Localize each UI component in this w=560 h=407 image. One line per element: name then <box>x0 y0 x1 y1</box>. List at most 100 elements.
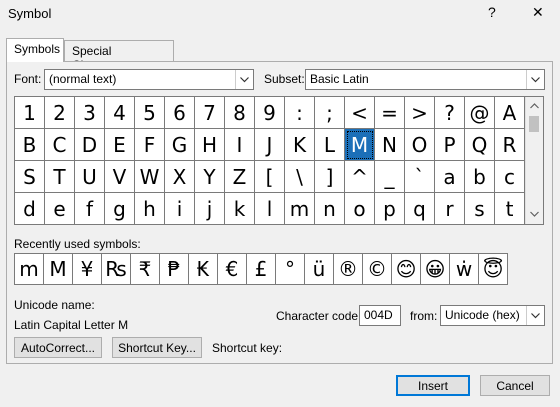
symbol-cell[interactable]: : <box>285 97 315 129</box>
symbol-cell[interactable]: 2 <box>45 97 75 129</box>
recent-symbol-cell[interactable]: ° <box>275 253 305 285</box>
subset-combobox[interactable]: Basic Latin <box>305 69 545 90</box>
tab-special-characters[interactable]: Special Characters <box>64 40 174 72</box>
recent-symbol-cell[interactable]: € <box>217 253 247 285</box>
symbol-cell[interactable]: 4 <box>105 97 135 129</box>
symbol-cell[interactable]: R <box>495 129 525 161</box>
symbol-cell[interactable]: U <box>75 161 105 193</box>
symbol-cell[interactable]: r <box>435 193 465 225</box>
symbol-cell[interactable]: 3 <box>75 97 105 129</box>
symbol-cell[interactable]: m <box>285 193 315 225</box>
recent-symbol-cell[interactable]: 😇 <box>478 253 508 285</box>
recent-symbol-cell[interactable]: © <box>362 253 392 285</box>
chevron-down-icon[interactable] <box>526 70 544 89</box>
symbol-cell[interactable]: P <box>435 129 465 161</box>
symbol-cell[interactable]: = <box>375 97 405 129</box>
symbol-cell[interactable]: D <box>75 129 105 161</box>
symbol-cell[interactable]: s <box>465 193 495 225</box>
chevron-down-icon[interactable] <box>235 70 253 89</box>
symbol-cell[interactable]: q <box>405 193 435 225</box>
from-combobox[interactable]: Unicode (hex) <box>440 305 545 326</box>
symbol-cell[interactable]: l <box>255 193 285 225</box>
symbol-cell[interactable]: V <box>105 161 135 193</box>
symbol-cell[interactable]: n <box>315 193 345 225</box>
symbol-cell[interactable]: Z <box>225 161 255 193</box>
recent-symbol-cell[interactable]: ¥ <box>72 253 102 285</box>
tab-symbols[interactable]: Symbols <box>6 38 64 62</box>
symbol-cell[interactable]: a <box>435 161 465 193</box>
help-button[interactable]: ? <box>488 4 496 20</box>
recent-symbol-cell[interactable]: ẇ <box>449 253 479 285</box>
symbol-cell[interactable]: ; <box>315 97 345 129</box>
symbol-cell[interactable]: o <box>345 193 375 225</box>
symbol-cell[interactable]: d <box>15 193 45 225</box>
recent-symbol-cell[interactable]: ₱ <box>159 253 189 285</box>
symbol-cell[interactable]: t <box>495 193 525 225</box>
symbol-cell[interactable]: K <box>285 129 315 161</box>
symbol-cell[interactable]: B <box>15 129 45 161</box>
symbol-cell[interactable]: F <box>135 129 165 161</box>
symbol-cell[interactable]: X <box>165 161 195 193</box>
symbol-cell[interactable]: Q <box>465 129 495 161</box>
symbol-cell[interactable]: @ <box>465 97 495 129</box>
recent-symbol-cell[interactable]: m <box>14 253 44 285</box>
symbol-cell[interactable]: C <box>45 129 75 161</box>
symbol-cell[interactable]: 9 <box>255 97 285 129</box>
cancel-button[interactable]: Cancel <box>480 375 550 396</box>
recent-symbol-cell[interactable]: M <box>43 253 73 285</box>
symbol-cell[interactable]: ` <box>405 161 435 193</box>
symbol-cell[interactable]: ? <box>435 97 465 129</box>
symbol-cell[interactable]: M <box>345 129 375 161</box>
recent-symbol-cell[interactable]: ® <box>333 253 363 285</box>
scrollbar-thumb[interactable] <box>529 116 539 132</box>
symbol-cell[interactable]: 6 <box>165 97 195 129</box>
grid-scrollbar[interactable] <box>525 97 543 224</box>
symbol-cell[interactable]: E <box>105 129 135 161</box>
symbol-cell[interactable]: S <box>15 161 45 193</box>
symbol-cell[interactable]: 1 <box>15 97 45 129</box>
recent-symbol-cell[interactable]: 😊 <box>391 253 421 285</box>
symbol-cell[interactable]: O <box>405 129 435 161</box>
symbol-cell[interactable]: H <box>195 129 225 161</box>
recent-symbol-cell[interactable]: ₨ <box>101 253 131 285</box>
symbol-cell[interactable]: g <box>105 193 135 225</box>
symbol-cell[interactable]: < <box>345 97 375 129</box>
recent-symbol-cell[interactable]: ₹ <box>130 253 160 285</box>
symbol-cell[interactable]: 7 <box>195 97 225 129</box>
recent-symbol-cell[interactable]: ₭ <box>188 253 218 285</box>
symbol-cell[interactable]: N <box>375 129 405 161</box>
symbol-cell[interactable]: 8 <box>225 97 255 129</box>
symbol-cell[interactable]: c <box>495 161 525 193</box>
symbol-cell[interactable]: A <box>495 97 525 129</box>
chevron-down-icon[interactable] <box>526 306 544 325</box>
symbol-cell[interactable]: J <box>255 129 285 161</box>
symbol-cell[interactable]: [ <box>255 161 285 193</box>
symbol-cell[interactable]: _ <box>375 161 405 193</box>
character-code-input[interactable]: 004D <box>359 305 401 326</box>
symbol-cell[interactable]: k <box>225 193 255 225</box>
font-combobox[interactable]: (normal text) <box>44 69 254 90</box>
symbol-cell[interactable]: G <box>165 129 195 161</box>
symbol-cell[interactable]: 5 <box>135 97 165 129</box>
recent-symbol-cell[interactable]: ü <box>304 253 334 285</box>
autocorrect-button[interactable]: AutoCorrect... <box>14 337 102 358</box>
shortcut-key-button[interactable]: Shortcut Key... <box>112 337 202 358</box>
symbol-cell[interactable]: ^ <box>345 161 375 193</box>
symbol-cell[interactable]: I <box>225 129 255 161</box>
symbol-cell[interactable]: \ <box>285 161 315 193</box>
recent-symbol-cell[interactable]: 😀 <box>420 253 450 285</box>
symbol-cell[interactable]: e <box>45 193 75 225</box>
symbol-cell[interactable]: i <box>165 193 195 225</box>
symbol-cell[interactable]: p <box>375 193 405 225</box>
symbol-cell[interactable]: T <box>45 161 75 193</box>
symbol-cell[interactable]: W <box>135 161 165 193</box>
symbol-cell[interactable]: > <box>405 97 435 129</box>
symbol-cell[interactable]: h <box>135 193 165 225</box>
symbol-cell[interactable]: ] <box>315 161 345 193</box>
symbol-cell[interactable]: f <box>75 193 105 225</box>
symbol-cell[interactable]: L <box>315 129 345 161</box>
symbol-cell[interactable]: Y <box>195 161 225 193</box>
symbol-cell[interactable]: j <box>195 193 225 225</box>
recent-symbol-cell[interactable]: £ <box>246 253 276 285</box>
close-button[interactable]: ✕ <box>532 4 544 21</box>
